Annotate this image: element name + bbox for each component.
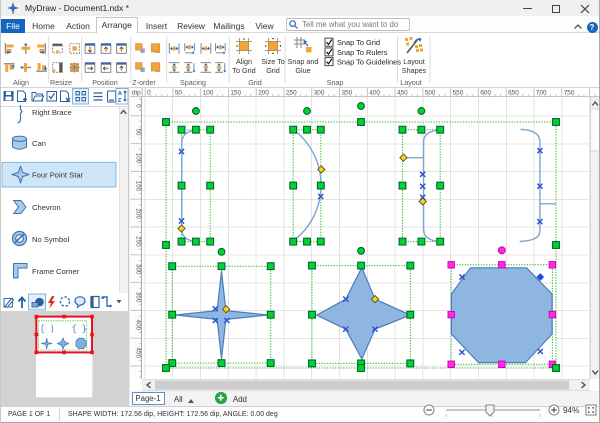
svg-text:Align: Align: [236, 57, 252, 66]
svg-text:Snap To Guidelines: Snap To Guidelines: [337, 58, 401, 67]
svg-text:500: 500: [424, 89, 435, 96]
svg-text:Align: Align: [13, 78, 29, 87]
svg-text:Grid: Grid: [266, 66, 280, 75]
svg-text:Snap: Snap: [327, 78, 344, 87]
svg-text:Right Brace: Right Brace: [32, 108, 72, 117]
svg-text:Position: Position: [92, 78, 118, 87]
svg-text:Z: Z: [118, 98, 122, 104]
svg-text:100: 100: [202, 89, 213, 96]
svg-text:600: 600: [480, 89, 491, 96]
svg-text:Four Point Star: Four Point Star: [32, 171, 84, 180]
svg-text:750: 750: [563, 89, 574, 96]
svg-text:Grid: Grid: [248, 78, 262, 87]
svg-text:Chevron: Chevron: [32, 203, 61, 212]
svg-text:dip: dip: [131, 89, 140, 96]
svg-text:150: 150: [230, 89, 241, 96]
svg-text:150: 150: [134, 181, 141, 192]
svg-text:94%: 94%: [563, 406, 579, 415]
svg-text:Snap To Grid: Snap To Grid: [337, 38, 380, 47]
svg-text:350: 350: [134, 292, 141, 303]
svg-text:250: 250: [285, 89, 296, 96]
svg-text:350: 350: [341, 89, 352, 96]
svg-text:Snap and: Snap and: [288, 57, 319, 66]
svg-text:200: 200: [258, 89, 269, 96]
svg-text:550: 550: [452, 89, 463, 96]
svg-text:450: 450: [134, 348, 141, 359]
svg-text:400: 400: [369, 89, 380, 96]
svg-text:300: 300: [134, 264, 141, 275]
svg-text:250: 250: [134, 236, 141, 247]
svg-text:400: 400: [134, 320, 141, 331]
svg-text:Glue: Glue: [295, 66, 310, 75]
svg-text:450: 450: [397, 89, 408, 96]
svg-text:No Symbol: No Symbol: [32, 235, 69, 244]
svg-text:Spacing: Spacing: [180, 78, 206, 87]
svg-text:200: 200: [134, 209, 141, 220]
svg-text:Can: Can: [32, 139, 46, 148]
svg-text:700: 700: [535, 89, 546, 96]
svg-text:Z-order: Z-order: [132, 78, 156, 87]
svg-text:Layout: Layout: [400, 78, 422, 87]
svg-text:300: 300: [313, 89, 324, 96]
svg-text:0: 0: [147, 89, 151, 96]
svg-text:650: 650: [508, 89, 519, 96]
svg-text:Frame Corner: Frame Corner: [32, 267, 80, 276]
svg-text:Resize: Resize: [50, 78, 72, 87]
svg-text:Size To: Size To: [261, 57, 284, 66]
svg-text:Shapes: Shapes: [402, 66, 427, 75]
svg-text:To Grid: To Grid: [232, 66, 255, 75]
svg-text:Snap To Rulers: Snap To Rulers: [337, 48, 388, 57]
svg-text:0: 0: [134, 104, 141, 108]
svg-text:100: 100: [134, 153, 141, 164]
svg-text:Layout: Layout: [403, 57, 425, 66]
svg-text:50: 50: [134, 129, 141, 137]
svg-text:50: 50: [174, 89, 182, 96]
